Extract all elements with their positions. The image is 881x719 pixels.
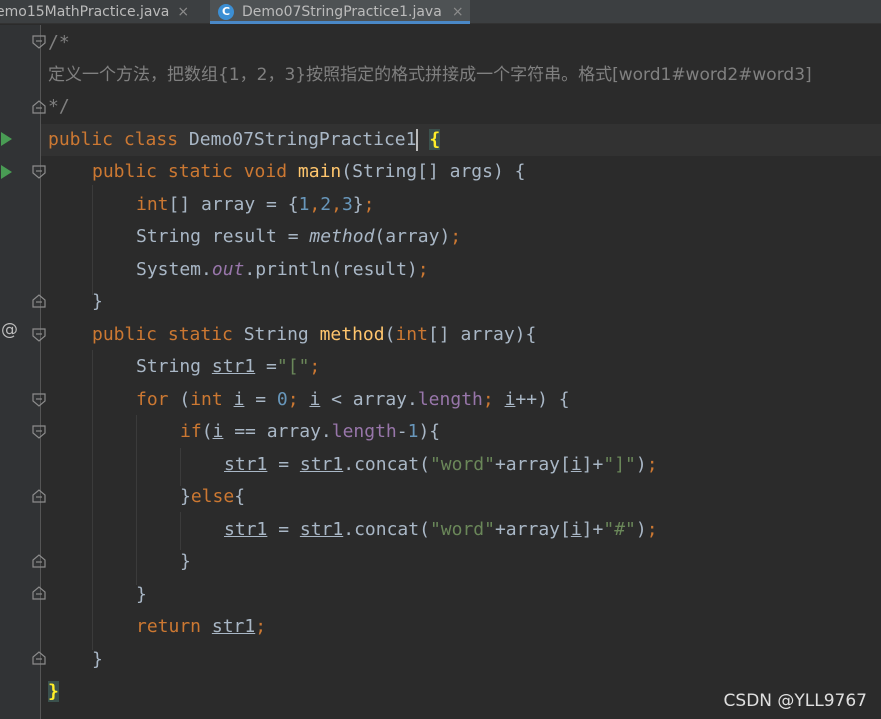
code-line: */ — [48, 96, 70, 117]
editor-gutter — [0, 25, 40, 719]
code-line: /* — [48, 32, 70, 53]
tab-demo07stringpractice1[interactable]: C Demo07StringPractice1.java × — [210, 0, 470, 24]
code-line-current: public class Demo07StringPractice1 { — [41, 124, 881, 156]
watermark: CSDN @YLL9767 — [723, 691, 867, 711]
fold-close-icon[interactable] — [32, 489, 46, 503]
code-line: } — [136, 584, 147, 605]
close-icon[interactable]: × — [177, 4, 189, 20]
java-class-icon: C — [218, 3, 234, 20]
close-icon[interactable]: × — [452, 4, 464, 20]
code-line: System.out.println(result); — [136, 259, 429, 280]
code-line: String result = method(array); — [136, 226, 462, 247]
indent-guide — [92, 350, 93, 650]
override-marker-icon[interactable]: @ — [1, 320, 18, 340]
code-line: String str1 ="["; — [136, 356, 321, 377]
text-cursor — [416, 129, 419, 151]
tab-demo15mathpractice[interactable]: emo15MathPractice.java × — [0, 0, 189, 24]
fold-open-icon[interactable] — [32, 425, 46, 439]
run-main-icon[interactable] — [1, 165, 12, 179]
code-line: str1 = str1.concat("word"+array[i]+"#"); — [224, 519, 658, 540]
code-line: public static String method(int[] array)… — [92, 324, 537, 345]
fold-open-icon[interactable] — [32, 393, 46, 407]
code-line: } — [92, 649, 103, 670]
editor-tab-bar: emo15MathPractice.java × C Demo07StringP… — [0, 0, 881, 24]
fold-open-icon[interactable] — [32, 35, 46, 49]
fold-open-icon[interactable] — [32, 328, 46, 342]
tab-label: Demo07StringPractice1.java — [242, 3, 442, 20]
code-line: if(i == array.length-1){ — [180, 421, 441, 442]
code-line: } — [48, 681, 59, 702]
fold-close-icon[interactable] — [32, 651, 46, 665]
code-line: int[] array = {1,2,3}; — [136, 194, 375, 215]
indent-guide — [180, 512, 181, 550]
code-line: } — [180, 551, 191, 572]
code-line: str1 = str1.concat("word"+array[i]+"]"); — [224, 454, 658, 475]
code-line: return str1; — [136, 616, 267, 637]
code-line: for (int i = 0; i < array.length; i++) { — [136, 389, 570, 410]
tab-label: emo15MathPractice.java — [0, 4, 170, 20]
run-class-icon[interactable] — [1, 132, 12, 146]
code-line: }else{ — [180, 486, 246, 507]
fold-open-icon[interactable] — [32, 165, 46, 179]
code-line: public static void main(String[] args) { — [92, 161, 526, 182]
code-line: 定义一个方法，把数组{1，2，3}按照指定的格式拼接成一个字符串。格式[word… — [48, 65, 812, 85]
fold-close-icon[interactable] — [32, 554, 46, 568]
code-line: } — [92, 291, 103, 312]
indent-guide — [136, 415, 137, 585]
fold-close-icon[interactable] — [32, 100, 46, 114]
fold-close-icon[interactable] — [32, 294, 46, 308]
fold-close-icon[interactable] — [32, 586, 46, 600]
indent-guide — [92, 185, 93, 295]
